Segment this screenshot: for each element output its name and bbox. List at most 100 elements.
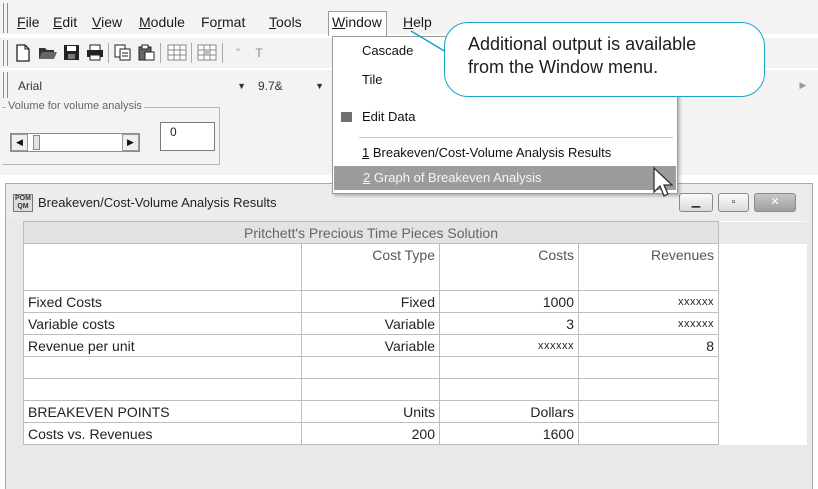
app-icon: POM QM [13, 194, 33, 212]
table-cell[interactable]: 3 [439, 312, 579, 335]
toolbar-separator [191, 43, 192, 63]
table-cell[interactable] [577, 422, 720, 445]
toolbar-separator [160, 43, 161, 63]
table-cell[interactable]: Units [301, 400, 440, 423]
row-label[interactable] [23, 378, 302, 401]
table-header-row: Cost Type Costs Revenues [23, 243, 807, 291]
chevron-right-icon[interactable]: ▶ [794, 76, 812, 94]
blank-cell [718, 221, 807, 244]
table-cell[interactable]: xxxxxx [439, 334, 579, 357]
paste-icon[interactable] [137, 44, 155, 62]
menu-tools[interactable]: Tools [269, 14, 302, 30]
toolbar-separator [108, 43, 109, 63]
chevron-down-icon: ▼ [237, 81, 246, 91]
column-header: Cost Type [301, 243, 440, 291]
blank-cell [718, 290, 807, 313]
scroll-thumb[interactable] [33, 135, 40, 150]
menu-item-edit-data[interactable]: Edit Data [333, 105, 677, 129]
table-row: Fixed Costs Fixed 1000 xxxxxx [23, 290, 807, 313]
text-icon[interactable]: T [250, 44, 268, 62]
results-window-title: Breakeven/Cost-Volume Analysis Results [38, 195, 277, 210]
table-row: Variable costs Variable 3 xxxxxx [23, 312, 807, 335]
table-cell[interactable] [439, 378, 579, 401]
column-header: Revenues [577, 243, 720, 291]
toolbar-separator [222, 43, 223, 63]
open-folder-icon[interactable] [38, 44, 57, 62]
chevron-down-icon: ▼ [315, 81, 324, 91]
menu-help[interactable]: Help [403, 14, 432, 30]
minimize-icon[interactable]: ▁ [679, 193, 713, 212]
table-cell[interactable]: 200 [301, 422, 440, 445]
menubar-grip[interactable] [3, 3, 8, 33]
table-row: BREAKEVEN POINTS Units Dollars [23, 400, 807, 423]
blank-cell [718, 356, 807, 379]
table-cell[interactable]: 1600 [439, 422, 579, 445]
scroll-right-icon[interactable]: ▶ [122, 134, 139, 151]
menu-format[interactable]: Format [201, 14, 245, 30]
callout-line-1: Additional output is available [468, 34, 697, 54]
table-cell[interactable] [301, 378, 440, 401]
row-label[interactable]: Revenue per unit [23, 334, 302, 357]
column-icon[interactable]: " [229, 44, 247, 62]
table-cell[interactable] [577, 378, 720, 401]
save-icon[interactable] [62, 44, 80, 62]
callout-annotation: Additional output is available from the … [444, 22, 765, 97]
volume-group-label: Volume for volume analysis [6, 100, 144, 112]
table-cell[interactable]: Variable [301, 334, 440, 357]
column-header [23, 243, 302, 291]
blank-cell [718, 400, 807, 423]
copy-icon[interactable] [114, 44, 132, 62]
table-cell[interactable] [577, 356, 720, 379]
table-cell[interactable] [301, 356, 440, 379]
table-row: Revenue per unit Variable xxxxxx 8 [23, 334, 807, 357]
menu-file[interactable]: File [17, 14, 40, 30]
font-name-select[interactable]: Arial ▼ [18, 76, 248, 96]
volume-value-field[interactable]: 0 [160, 122, 215, 151]
mouse-cursor-icon [653, 166, 674, 197]
formatbar-grip[interactable] [3, 72, 8, 98]
table-cell[interactable]: xxxxxx [577, 312, 720, 335]
menu-item-breakeven-results[interactable]: 1 Breakeven/Cost-Volume Analysis Results [333, 141, 677, 165]
menu-module[interactable]: Module [139, 14, 185, 30]
menu-edit[interactable]: Edit [53, 14, 77, 30]
row-label[interactable]: BREAKEVEN POINTS [23, 400, 302, 423]
print-icon[interactable] [86, 44, 104, 62]
volume-group-box: Volume for volume analysis ◀ ▶ 0 [2, 100, 220, 165]
table-title: Pritchett's Precious Time Pieces Solutio… [22, 221, 720, 244]
blank-cell [718, 243, 807, 291]
restore-icon[interactable]: ▫ [718, 193, 749, 212]
results-window: POM QM Breakeven/Cost-Volume Analysis Re… [5, 183, 813, 489]
table-row: Costs vs. Revenues 200 1600 [23, 422, 807, 445]
callout-line-2: from the Window menu. [468, 57, 659, 77]
menu-separator [359, 137, 673, 138]
close-icon[interactable]: ✕ [754, 193, 796, 212]
table-cell[interactable]: xxxxxx [577, 290, 720, 313]
font-size-select[interactable]: 9.7& ▼ [258, 76, 326, 96]
table-cell[interactable]: 1000 [439, 290, 579, 313]
table-cell[interactable]: Fixed [301, 290, 440, 313]
row-label[interactable] [23, 356, 302, 379]
scroll-left-icon[interactable]: ◀ [11, 134, 28, 151]
table-cell[interactable]: Variable [301, 312, 440, 335]
column-header: Costs [439, 243, 579, 291]
menu-window[interactable]: Window [328, 11, 387, 36]
row-label[interactable]: Costs vs. Revenues [23, 422, 302, 445]
table-cell[interactable] [439, 356, 579, 379]
menu-view[interactable]: View [92, 14, 122, 30]
table-cell[interactable]: 8 [577, 334, 720, 357]
volume-scrollbar[interactable]: ◀ ▶ [10, 133, 140, 152]
edit-data-icon [341, 112, 352, 122]
results-table: Pritchett's Precious Time Pieces Solutio… [22, 221, 807, 445]
grid-format-icon[interactable] [197, 44, 217, 62]
row-label[interactable]: Variable costs [23, 312, 302, 335]
new-file-icon[interactable] [14, 44, 32, 62]
toolbar-grip[interactable] [3, 40, 8, 66]
table-cell[interactable] [577, 400, 720, 423]
blank-cell [718, 334, 807, 357]
table-row [23, 356, 807, 379]
grid-icon[interactable] [167, 44, 187, 62]
table-cell[interactable]: Dollars [439, 400, 579, 423]
menu-item-breakeven-graph[interactable]: 2 Graph of Breakeven Analysis [334, 166, 676, 190]
blank-cell [718, 378, 807, 401]
row-label[interactable]: Fixed Costs [23, 290, 302, 313]
